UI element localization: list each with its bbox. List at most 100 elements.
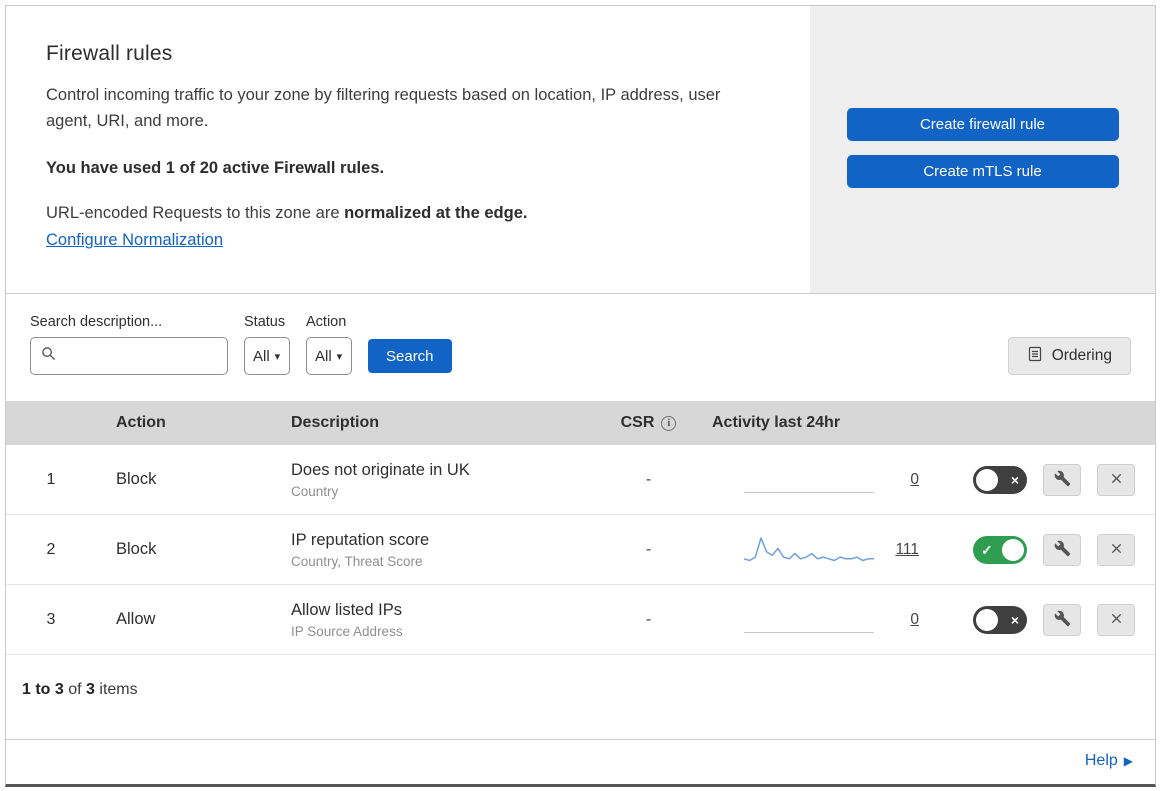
rule-priority: 2 <box>46 540 56 558</box>
chevron-right-icon: ▶ <box>1123 754 1133 768</box>
activity-column-header: Activity last 24hr <box>712 414 841 431</box>
toggle-on-icon: ✓ <box>981 541 993 558</box>
list-icon <box>1027 346 1043 367</box>
edit-rule-button[interactable] <box>1043 463 1081 496</box>
close-icon <box>1109 611 1124 629</box>
rule-priority: 1 <box>46 470 56 488</box>
status-dropdown-value: All <box>253 347 270 365</box>
activity-count-link[interactable]: 0 <box>910 471 919 489</box>
rule-csr-value: - <box>645 540 652 558</box>
rule-action: Allow <box>116 610 156 628</box>
rule-controls: × ✓ <box>941 603 1155 636</box>
description-column-header: Description <box>291 414 380 431</box>
activity-sparkline <box>744 533 874 567</box>
rule-csr-value: - <box>645 470 652 488</box>
chevron-down-icon: ▾ <box>336 350 343 363</box>
close-icon <box>1109 471 1124 489</box>
action-filter-group: Action All ▾ <box>306 314 352 375</box>
items-total: 3 <box>86 681 95 698</box>
wrench-icon <box>1054 540 1071 560</box>
toggle-knob <box>976 608 998 631</box>
rule-fields: Country <box>291 483 339 499</box>
action-column-header: Action <box>116 414 166 431</box>
ordering-button-label: Ordering <box>1051 347 1112 364</box>
table-row: 1 Block Does not originate in UK Country… <box>6 445 1155 515</box>
search-button[interactable]: Search <box>368 339 452 373</box>
rule-description-cell: IP reputation score Country, Threat Scor… <box>271 531 601 569</box>
ordering-button[interactable]: Ordering <box>1007 337 1131 375</box>
close-icon <box>1109 541 1124 559</box>
items-of: of <box>63 681 87 698</box>
wrench-icon <box>1054 610 1071 630</box>
rule-enable-toggle[interactable]: × ✓ <box>973 465 1027 494</box>
edit-rule-button[interactable] <box>1043 533 1081 566</box>
status-filter-group: Status All ▾ <box>244 314 290 375</box>
firewall-rules-panel: Firewall rules Control incoming traffic … <box>5 5 1156 787</box>
csr-header-label: CSR <box>620 414 655 431</box>
rule-controls: × ✓ <box>941 533 1155 566</box>
rule-activity-cell: 111 <box>696 533 941 567</box>
rule-fields: Country, Threat Score <box>291 553 423 569</box>
rule-enable-toggle[interactable]: × ✓ <box>973 535 1027 564</box>
help-bar: Help ▶ <box>6 739 1155 784</box>
search-input[interactable] <box>64 347 214 365</box>
edit-rule-button[interactable] <box>1043 603 1081 636</box>
wrench-icon <box>1054 470 1071 490</box>
toggle-knob <box>1002 538 1024 561</box>
delete-rule-button[interactable] <box>1097 603 1135 636</box>
rule-description-cell: Does not originate in UK Country <box>271 461 601 499</box>
page-description: Control incoming traffic to your zone by… <box>46 86 721 131</box>
search-icon <box>41 346 56 366</box>
search-label: Search description... <box>30 314 163 330</box>
rule-action: Block <box>116 470 157 488</box>
page-title: Firewall rules <box>46 42 173 65</box>
csr-column-header: CSR i <box>601 414 696 432</box>
rule-action: Block <box>116 540 157 558</box>
actions-panel: Create firewall rule Create mTLS rule <box>810 6 1155 293</box>
toggle-off-icon: × <box>1010 471 1019 488</box>
create-firewall-rule-button[interactable]: Create firewall rule <box>846 108 1119 141</box>
toggle-off-icon: × <box>1010 611 1019 628</box>
rule-enable-toggle[interactable]: × ✓ <box>973 605 1027 634</box>
action-dropdown-value: All <box>315 347 332 365</box>
header-section: Firewall rules Control incoming traffic … <box>6 6 1155 294</box>
table-header: Action Description CSR i Activity last 2… <box>6 401 1155 445</box>
chevron-down-icon: ▾ <box>274 350 281 363</box>
header-text-block: Firewall rules Control incoming traffic … <box>6 6 810 293</box>
rule-description: Does not originate in UK <box>291 460 470 479</box>
help-link-label: Help <box>1084 752 1118 769</box>
rule-description-cell: Allow listed IPs IP Source Address <box>271 601 601 639</box>
filter-bar: Search description... Status All ▾ Actio… <box>6 294 1155 401</box>
normalization-bold: normalized at the edge. <box>344 203 528 222</box>
rule-csr-value: - <box>645 610 652 628</box>
normalization-prefix: URL-encoded Requests to this zone are <box>46 203 345 222</box>
table-row: 3 Allow Allow listed IPs IP Source Addre… <box>6 585 1155 655</box>
help-link[interactable]: Help ▶ <box>1085 752 1133 770</box>
rule-priority: 3 <box>46 610 56 628</box>
configure-normalization-link[interactable]: Configure Normalization <box>46 231 223 250</box>
create-mtls-rule-button[interactable]: Create mTLS rule <box>846 155 1119 188</box>
info-icon[interactable]: i <box>661 415 677 431</box>
delete-rule-button[interactable] <box>1097 463 1135 496</box>
table-row: 2 Block IP reputation score Country, Thr… <box>6 515 1155 585</box>
search-input-wrapper <box>30 337 228 375</box>
toggle-knob <box>976 468 998 491</box>
usage-summary: You have used 1 of 20 active Firewall ru… <box>46 158 385 177</box>
status-label: Status <box>244 314 286 330</box>
action-label: Action <box>306 314 347 330</box>
status-dropdown[interactable]: All ▾ <box>244 337 290 375</box>
rule-controls: × ✓ <box>941 463 1155 496</box>
pagination-summary: 1 to 3 of 3 items <box>6 655 1155 725</box>
rule-activity-cell: 0 <box>696 463 941 497</box>
normalization-note: URL-encoded Requests to this zone are no… <box>46 204 770 223</box>
items-range: 1 to 3 <box>22 681 64 698</box>
activity-count-link[interactable]: 0 <box>910 611 919 629</box>
items-suffix: items <box>94 681 138 698</box>
activity-sparkline <box>744 603 874 637</box>
activity-sparkline <box>744 463 874 497</box>
rule-activity-cell: 0 <box>696 603 941 637</box>
activity-count-link[interactable]: 111 <box>895 541 919 559</box>
action-dropdown[interactable]: All ▾ <box>306 337 352 375</box>
delete-rule-button[interactable] <box>1097 533 1135 566</box>
rule-description: IP reputation score <box>291 530 430 549</box>
